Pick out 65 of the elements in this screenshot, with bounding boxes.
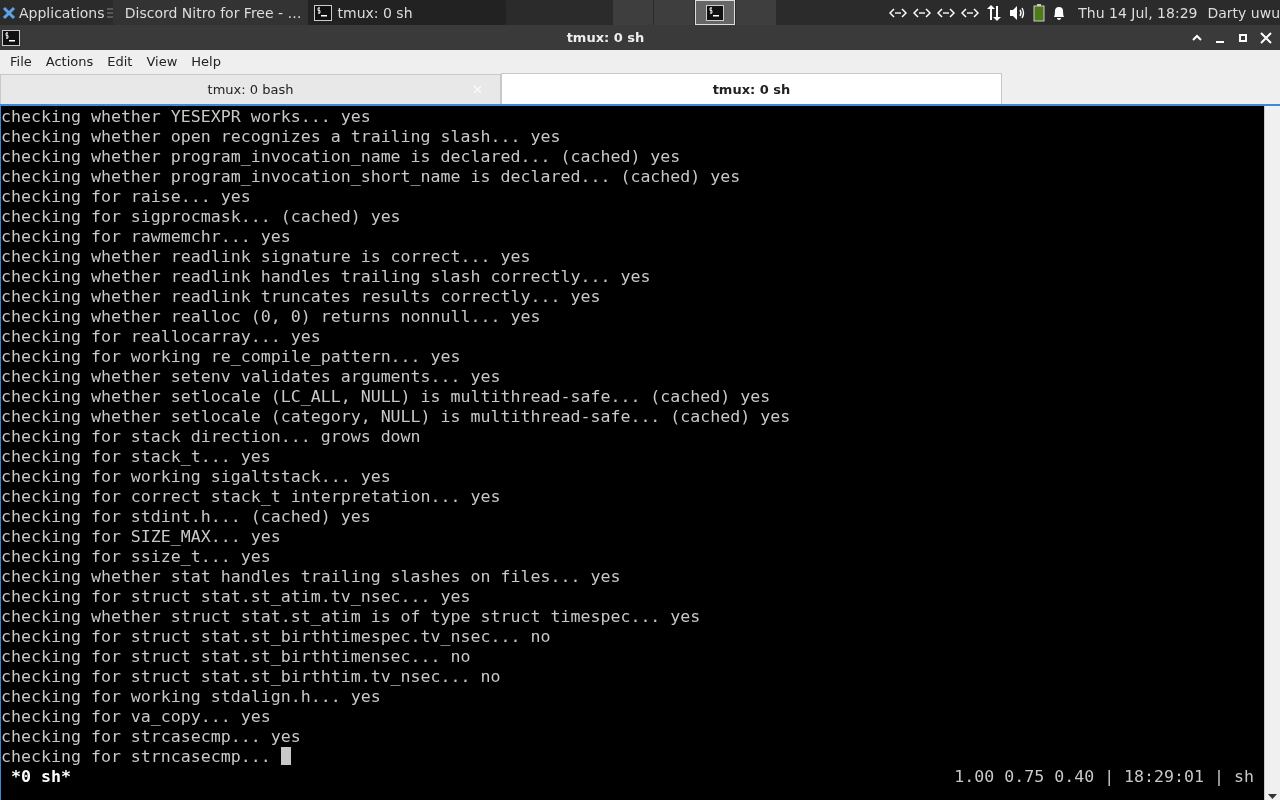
terminal-line: checking for correct stack_t interpretation... yes [1,487,501,506]
clock[interactable]: Thu 14 Jul, 18:29 [1073,4,1203,21]
separator-handle-icon [106,6,113,19]
terminal-line: checking whether open recognizes a trailing slash... yes [1,127,561,146]
terminal-icon [706,4,725,21]
menu-item[interactable]: File [3,54,39,69]
maximize-icon[interactable] [1237,31,1249,44]
terminal-line: checking for stdint.h... (cached) yes [1,507,371,526]
tmux-window-list: *0 sh* [1,767,71,787]
terminal-line: checking for sigprocmask... (cached) yes [1,207,401,226]
network-icon[interactable] [889,6,908,19]
terminal-line: checking for rawmemchr... yes [1,227,291,246]
terminal-line: checking whether realloc (0, 0) returns nonnull... yes [1,307,541,326]
terminal-line: checking for stack_t... yes [1,447,271,466]
terminal-line: checking whether setlocale (LC_ALL, NULL) is multithread-safe... (cached) yes [1,387,771,406]
cursor [280,747,291,765]
terminal-line: checking whether setenv validates arguments... yes [1,367,501,386]
terminal-line: checking whether program_invocation_name is declared... (cached) yes [1,147,681,166]
terminal-line: checking for va_copy... yes [1,707,271,726]
terminal-line: checking whether stat handles trailing slashes on files... yes [1,567,621,586]
network-icon[interactable] [913,6,932,19]
tmux-status-info: 1.00 0.75 0.40 | 18:29:01 | sh [954,767,1255,787]
terminal-line: checking whether struct stat.st_atim is of type struct timespec... yes [1,607,701,626]
terminal-line: checking for working re_compile_pattern... yes [1,347,461,366]
terminal-icon [313,4,332,21]
terminal-line: checking for strncasecmp... [1,747,272,766]
terminal-line: checking for struct stat.st_birthtim.tv_nsec... no [1,667,501,686]
terminal-line: checking for ssize_t... yes [1,547,271,566]
terminal-line: checking whether readlink truncates results correctly... yes [1,287,601,306]
terminal-line: checking whether setlocale (category, NULL) is multithread-safe... (cached) yes [1,407,791,426]
scrollbar[interactable] [1264,106,1280,800]
terminal-line: checking for struct stat.st_birthtimensec... no [1,647,471,666]
workspace-button[interactable] [695,0,736,25]
terminal-line: checking whether YESEXPR works... yes [1,107,371,126]
scroll-down-icon[interactable] [1268,794,1277,800]
terminal-line: checking whether readlink handles trailing slash correctly... yes [1,267,651,286]
menu-item[interactable]: Actions [38,54,101,69]
transfer-arrows-icon[interactable] [985,3,1004,22]
network-icon[interactable] [937,6,956,19]
tab[interactable]: tmux: 0 bash [0,74,501,104]
terminal-line: checking for strcasecmp... yes [1,727,301,746]
terminal-line: checking for SIZE_MAX... yes [1,527,281,546]
menu-item[interactable]: Help [184,54,228,69]
terminal-line: checking for reallocarray... yes [1,327,321,346]
window-icon [2,29,20,46]
menu-item[interactable]: View [139,54,185,69]
terminal-line: checking for raise... yes [1,187,251,206]
taskbar-button[interactable]: Discord Nitro for Free - … [112,0,308,25]
applications-menu[interactable]: Applications [0,0,107,25]
terminal-line: checking for stack direction... grows down [1,427,421,446]
battery-icon[interactable] [1033,3,1046,22]
tab[interactable]: tmux: 0 sh [501,73,1002,104]
x-logo-icon [2,5,16,20]
terminal-line: checking for struct stat.st_atim.tv_nsec... yes [1,587,471,606]
menu-item[interactable]: Edit [100,54,140,69]
window-title: tmux: 0 sh [565,30,646,45]
terminal-line: checking for struct stat.st_birthtimespec.tv_nsec... no [1,627,551,646]
terminal-line: checking for working stdalign.h... yes [1,687,381,706]
terminal-line: checking whether readlink signature is correct... yes [1,247,531,266]
terminal-line: checking for working sigaltstack... yes [1,467,391,486]
network-icon[interactable] [961,6,980,19]
close-icon[interactable] [1260,31,1272,44]
user-name[interactable]: Darty uwu [1202,4,1280,21]
taskbar-button[interactable]: tmux: 0 sh [307,0,506,25]
terminal-line: checking whether program_invocation_short_name is declared... (cached) yes [1,167,741,186]
